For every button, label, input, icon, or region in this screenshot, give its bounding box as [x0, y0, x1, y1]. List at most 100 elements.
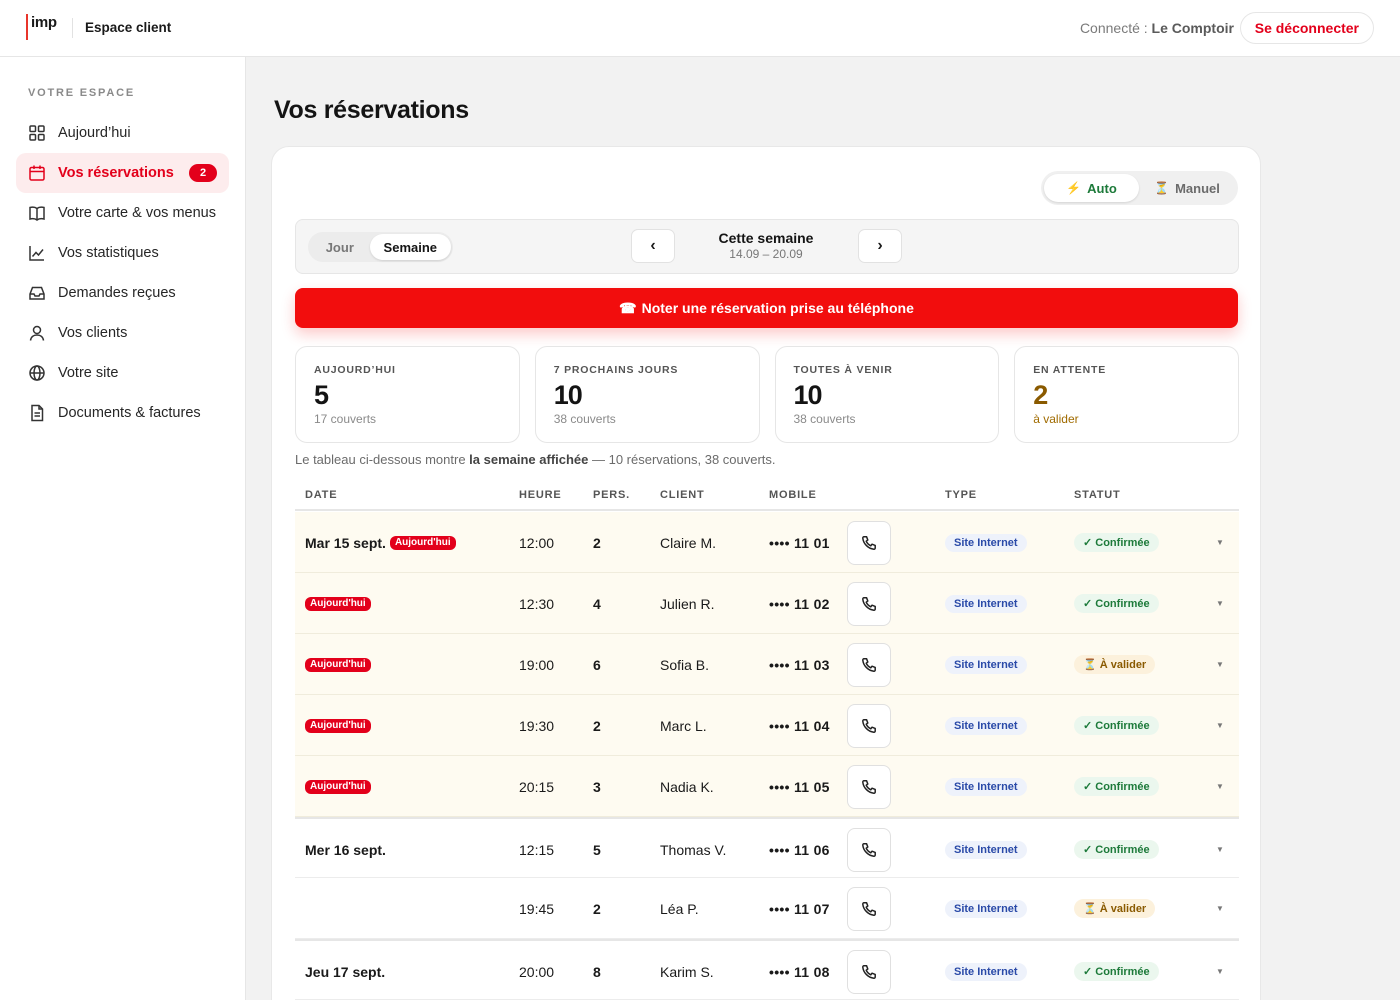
caret-down-icon: ▼ — [1216, 721, 1224, 730]
sidebar-item-menu[interactable]: Votre carte & vos menus — [16, 193, 229, 233]
phone-icon — [861, 842, 877, 858]
view-week-button[interactable]: Semaine — [369, 234, 451, 260]
type-badge: Site Internet — [945, 655, 1027, 674]
type-badge: Site Internet — [945, 533, 1027, 552]
add-phone-reservation-button[interactable]: ☎ Noter une réservation prise au télépho… — [295, 288, 1238, 328]
call-button[interactable] — [847, 764, 891, 809]
client-cell: Julien R. — [660, 595, 715, 612]
mode-manual-button[interactable]: ⏳ Manuel — [1139, 174, 1235, 202]
mode-auto-button[interactable]: ⚡ Auto — [1044, 174, 1139, 202]
previous-period-button[interactable]: ‹ — [631, 229, 675, 263]
date-cell: Aujourd'hui — [305, 634, 371, 695]
row-menu-button[interactable]: ▼ — [1216, 634, 1224, 695]
sidebar-item-reservations[interactable]: Vos réservations 2 — [16, 153, 229, 193]
call-button[interactable] — [847, 827, 891, 872]
row-menu-button[interactable]: ▼ — [1216, 512, 1224, 573]
row-menu-button[interactable]: ▼ — [1216, 819, 1224, 880]
row-menu-button[interactable]: ▼ — [1216, 573, 1224, 634]
table-row[interactable]: Jeu 17 sept. 20:00 8 Karim S. •••• 11 08 Site… — [295, 939, 1239, 1000]
sidebar-item-label: Aujourd’hui — [58, 125, 131, 141]
sidebar-item-label: Votre carte & vos menus — [58, 205, 216, 221]
column-mobile[interactable]: MOBILE — [769, 489, 817, 501]
sidebar-item-label: Votre site — [58, 365, 119, 381]
today-badge: Aujourd'hui — [389, 535, 456, 550]
view-day-button[interactable]: Jour — [310, 234, 370, 260]
chart-icon — [28, 244, 46, 262]
sidebar-item-clients[interactable]: Vos clients — [16, 313, 229, 353]
sidebar-item-site[interactable]: Votre site — [16, 353, 229, 393]
row-menu-button[interactable]: ▼ — [1216, 695, 1224, 756]
call-button[interactable] — [847, 642, 891, 687]
status-badge: ✓ Confirmée — [1074, 962, 1159, 981]
stat-value: 10 — [793, 380, 823, 410]
app-name: Espace client — [85, 20, 172, 35]
persons-cell: 2 — [593, 900, 601, 917]
sidebar-item-today[interactable]: Aujourd’hui — [16, 113, 229, 153]
sidebar-item-documents[interactable]: Documents & factures — [16, 393, 229, 433]
row-menu-button[interactable]: ▼ — [1216, 941, 1224, 1000]
logo-text: imp — [31, 14, 57, 31]
period-range: 14.09 – 20.09 — [729, 247, 803, 261]
column-time[interactable]: HEURE — [519, 489, 562, 501]
mode-auto-label: Auto — [1087, 180, 1117, 196]
type-badge: Site Internet — [945, 840, 1027, 859]
stat-upcoming: TOUTES À VENIR 10 38 couverts — [774, 346, 1000, 443]
type-badge: Site Internet — [945, 777, 1027, 796]
mode-manual-label: Manuel — [1175, 180, 1220, 196]
type-cell: Site Internet — [945, 695, 1027, 756]
table-row[interactable]: Mer 16 sept. 12:15 5 Thomas V. •••• 11 06 Sit… — [295, 817, 1239, 878]
sidebar-item-statistics[interactable]: Vos statistiques — [16, 233, 229, 273]
status-badge: ✓ Confirmée — [1074, 716, 1159, 735]
inbox-icon — [28, 284, 46, 302]
table-row[interactable]: Aujourd'hui 19:00 6 Sofia B. •••• 11 03 Site … — [295, 634, 1239, 695]
mobile-cell: •••• 11 08 — [769, 963, 830, 980]
type-cell: Site Internet — [945, 878, 1027, 939]
table-row[interactable]: Aujourd'hui 12:30 4 Julien R. •••• 11 02 Site… — [295, 573, 1239, 634]
call-cell — [847, 878, 891, 939]
logout-button[interactable]: Se déconnecter — [1239, 12, 1374, 44]
row-menu-button[interactable]: ▼ — [1216, 878, 1224, 939]
caption-bold: la semaine affichée — [469, 452, 589, 467]
persons-cell: 3 — [593, 778, 601, 795]
status-badge: ✓ Confirmée — [1074, 840, 1159, 859]
logo[interactable]: imp — [26, 14, 57, 40]
client-cell: Thomas V. — [660, 841, 727, 858]
mobile-cell: •••• 11 02 — [769, 595, 830, 612]
phone-icon — [861, 779, 877, 795]
call-button[interactable] — [847, 886, 891, 931]
time-cell: 20:00 — [519, 963, 555, 980]
call-button[interactable] — [847, 949, 891, 994]
call-button[interactable] — [847, 520, 891, 565]
lightning-icon: ⚡ — [1066, 181, 1082, 195]
sidebar-item-label: Vos statistiques — [58, 245, 159, 261]
call-button[interactable] — [847, 703, 891, 748]
table-row[interactable]: Aujourd'hui 20:15 3 Nadia K. •••• 11 05 Site … — [295, 756, 1239, 817]
period-filter-bar: Jour Semaine ‹ Cette semaine 14.09 – 20.… — [295, 219, 1239, 274]
call-button[interactable] — [847, 581, 891, 626]
table-row[interactable]: 19:45 2 Léa P. •••• 11 07 Site Internet ⏳ À v… — [295, 878, 1239, 939]
reservations-count-badge: 2 — [189, 164, 217, 182]
column-type[interactable]: TYPE — [945, 489, 977, 501]
stat-label: EN ATTENTE — [1033, 364, 1106, 376]
stat-pending: EN ATTENTE 2 à valider — [1014, 346, 1239, 443]
phone-icon — [861, 596, 877, 612]
grid-icon — [28, 124, 46, 142]
table-row[interactable]: Mar 15 sept. Aujourd'hui 12:00 2 Claire M. ••… — [295, 512, 1239, 573]
persons-cell: 5 — [593, 841, 601, 858]
column-date[interactable]: DATE — [305, 489, 337, 501]
phone-icon — [861, 964, 877, 980]
sidebar-item-requests[interactable]: Demandes reçues — [16, 273, 229, 313]
column-status[interactable]: STATUT — [1074, 489, 1121, 501]
status-cell: ✓ Confirmée — [1074, 695, 1159, 756]
date-cell: Aujourd'hui — [305, 573, 371, 634]
row-menu-button[interactable]: ▼ — [1216, 756, 1224, 817]
table-row[interactable]: Aujourd'hui 19:30 2 Marc L. •••• 11 04 Site I… — [295, 695, 1239, 756]
date-cell: Aujourd'hui — [305, 695, 371, 756]
next-period-button[interactable]: › — [858, 229, 902, 263]
persons-cell: 8 — [593, 963, 601, 980]
mobile-cell: •••• 11 01 — [769, 534, 830, 551]
column-client[interactable]: CLIENT — [660, 489, 705, 501]
status-cell: ✓ Confirmée — [1074, 819, 1159, 880]
column-persons[interactable]: PERS. — [593, 489, 630, 501]
today-badge: Aujourd'hui — [305, 779, 371, 794]
